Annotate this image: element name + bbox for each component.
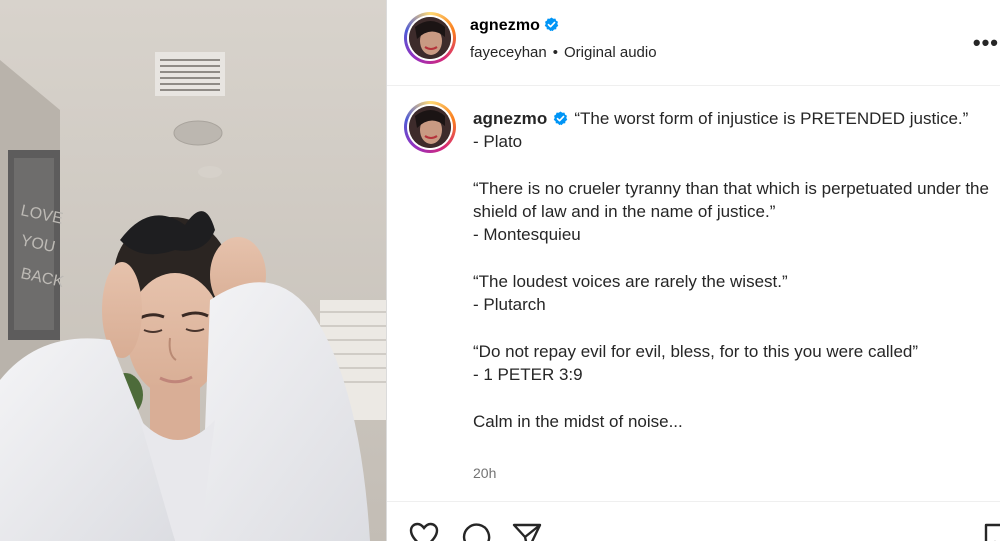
- caption-avatar[interactable]: [404, 101, 456, 153]
- caption-line: - Plutarch: [473, 295, 546, 315]
- caption-author-username[interactable]: agnezmo: [473, 109, 547, 128]
- more-options-button[interactable]: •••: [973, 30, 999, 56]
- verified-badge-icon: [544, 17, 559, 32]
- caption-line: Calm in the midst of noise...: [473, 411, 683, 431]
- share-icon[interactable]: [511, 522, 543, 541]
- audio-attribution: fayeceyhan • Original audio: [470, 44, 657, 61]
- caption-line: “Do not repay evil for evil, bless, for …: [473, 341, 919, 361]
- avatar[interactable]: [404, 12, 456, 64]
- verified-badge-icon: [554, 111, 568, 126]
- caption-line: “There is no crueler tyranny than that w…: [473, 178, 989, 222]
- post-media[interactable]: LOVE YOU BACK: [0, 0, 386, 541]
- heart-icon[interactable]: [409, 522, 439, 541]
- caption-line: - Plato: [473, 132, 523, 152]
- original-audio-link[interactable]: Original audio: [564, 44, 657, 61]
- separator-dot: •: [552, 44, 558, 61]
- post-header: agnezmo fayeceyhan • Original audio •••: [387, 0, 1000, 86]
- post-caption: agnezmo “The worst form of injustice is …: [473, 107, 993, 433]
- avatar-image: [409, 106, 451, 148]
- caption-line: - 1 PETER 3:9: [473, 365, 583, 385]
- caption-line: - Montesquieu: [473, 225, 581, 245]
- post-timestamp[interactable]: 20h: [473, 465, 496, 481]
- action-bar: [387, 501, 1000, 541]
- comment-icon[interactable]: [461, 522, 491, 541]
- audio-user-link[interactable]: fayeceyhan: [470, 44, 547, 61]
- save-icon[interactable]: [983, 522, 1000, 541]
- post-author-username[interactable]: agnezmo: [470, 17, 540, 34]
- post-detail-panel: agnezmo fayeceyhan • Original audio ••• ag…: [386, 0, 1000, 541]
- caption-line: “The worst form of injustice is PRETENDE…: [574, 109, 969, 128]
- caption-line: “The loudest voices are rarely the wises…: [473, 272, 788, 292]
- avatar-image: [409, 17, 451, 59]
- post-video-frame: LOVE YOU BACK: [0, 0, 386, 541]
